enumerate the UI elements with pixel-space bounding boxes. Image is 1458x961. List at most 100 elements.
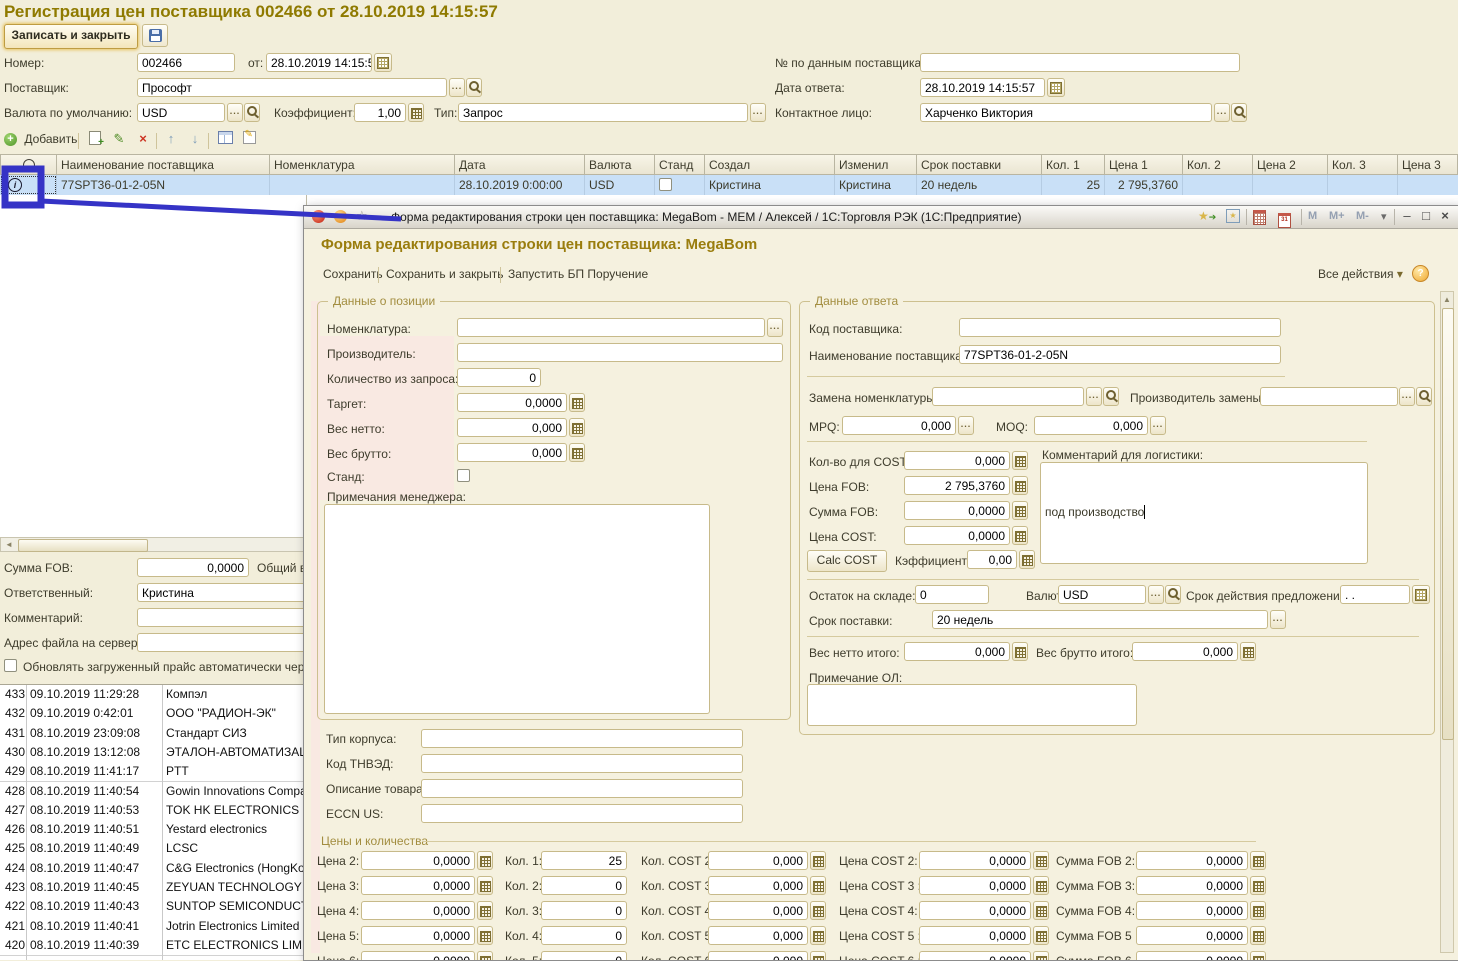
calc-button[interactable] [810,876,826,895]
qty-cost-n-input[interactable]: 0,000 [708,851,808,870]
price-cost-n-input[interactable]: 0,0000 [919,851,1031,870]
column-header[interactable]: Наименование поставщика [57,154,270,175]
calc-button[interactable] [810,851,826,870]
scroll-left-button[interactable]: ◄ [2,538,16,551]
qty-request-input[interactable]: 0 [457,368,541,387]
calc-button[interactable] [1250,926,1266,945]
currency-input[interactable]: USD [137,103,225,122]
add-button[interactable]: + Добавить [4,132,77,150]
price-cost-n-input[interactable]: 0,0000 [919,901,1031,920]
calc-button[interactable] [1033,876,1049,895]
price-list-row[interactable]: 42308.10.2019 11:40:45ZEYUAN TECHNOLOGY [0,878,306,898]
net-weight-input[interactable]: 0,000 [457,418,567,437]
sum-fob-input[interactable]: 0,0000 [137,558,249,577]
stand-checkbox[interactable] [457,469,470,482]
replace-select-button[interactable]: ... [1086,387,1102,406]
memory-mplus-button[interactable]: M+ [1329,210,1345,222]
modal-titlebar[interactable]: ☆ Форма редактирования строки цен постав… [304,206,1458,229]
currency2-search-button[interactable] [1165,585,1181,604]
answer-date-calendar-button[interactable] [1047,78,1065,97]
price-list-row[interactable]: 43309.10.2019 11:29:28Компэл [0,685,306,705]
table-settings-button[interactable] [216,131,234,151]
sum-fob-n-input[interactable]: 0,0000 [1136,951,1248,961]
replace-manuf-search-button[interactable] [1416,387,1432,406]
coeff-calc-button[interactable] [408,103,424,122]
price-list-row[interactable]: 42908.10.2019 11:41:17PTT [0,762,306,782]
note-button[interactable] [240,131,258,151]
net-total-input[interactable]: 0,000 [904,642,1010,661]
price-cost-n-input[interactable]: 0,0000 [919,951,1031,961]
column-header[interactable]: Изменил [835,154,917,175]
qty-cost-n-input[interactable]: 0,000 [708,876,808,895]
qty-n-input[interactable]: 0 [541,951,627,961]
sum-fob-n-input[interactable]: 0,0000 [1136,851,1248,870]
logistics-comment-textarea[interactable]: под производство [1040,462,1368,564]
tnved-input[interactable] [421,754,743,773]
column-header[interactable]: Номенклатура [270,154,455,175]
move-up-button[interactable]: ↑ [162,131,180,151]
currency2-input[interactable]: USD [1058,585,1146,604]
supplier-no-input[interactable] [920,53,1240,72]
calc-button[interactable] [1033,951,1049,961]
contact-input[interactable]: Харченко Виктория [920,103,1212,122]
calendar-31-icon[interactable]: 31 [1278,210,1291,228]
qty-cost-n-input[interactable]: 0,000 [708,926,808,945]
cmd-save-close[interactable]: Сохранить и закрыть [386,267,503,281]
scroll-up-button[interactable]: ▲ [1441,293,1453,306]
price-fob-calc-button[interactable] [1012,476,1028,495]
save-button[interactable] [142,24,168,47]
replace-manuf-select-button[interactable]: ... [1399,387,1415,406]
qty-n-input[interactable]: 0 [541,901,627,920]
calc-button[interactable] [810,901,826,920]
price-n-input[interactable]: 0,0000 [361,926,475,945]
gross-weight-calc-button[interactable] [569,443,585,462]
favorites-icon[interactable]: ★ [1226,209,1240,223]
price-n-input[interactable]: 0,0000 [361,851,475,870]
delivery-input[interactable]: 20 недель [932,610,1268,629]
nomenclature-select-button[interactable]: ... [767,318,783,337]
delivery-select-button[interactable]: ... [1270,610,1286,629]
sum-fob-calc-button[interactable] [1012,501,1028,520]
gross-total-input[interactable]: 0,000 [1132,642,1238,661]
delete-button[interactable]: × [134,131,152,151]
price-cost-input[interactable]: 0,0000 [904,526,1010,545]
supplier-code-input[interactable] [959,318,1281,337]
favorites-add-icon[interactable]: ★➔ [1198,209,1216,223]
currency-search-button[interactable] [244,103,260,122]
manufacturer-input[interactable] [457,343,783,362]
answer-date-input[interactable]: 28.10.2019 14:15:57 [920,78,1045,97]
qty-n-input[interactable]: 25 [541,851,627,870]
calc-button[interactable] [477,901,493,920]
price-list-row[interactable]: 42408.10.2019 11:40:47C&G Electronics (H… [0,859,306,879]
price-list-row[interactable]: 42108.10.2019 11:40:41Jotrin Electronics… [0,917,306,937]
save-close-button[interactable]: Записать и закрыть [4,24,138,49]
contact-search-button[interactable] [1231,103,1247,122]
column-header[interactable]: Валюта [585,154,655,175]
gross-total-calc-button[interactable] [1240,642,1256,661]
descr-input[interactable] [421,779,743,798]
currency-select-button[interactable]: ... [227,103,243,122]
calc-button[interactable] [1250,851,1266,870]
stand-checkbox[interactable] [659,178,672,191]
column-header[interactable]: Цена 3 [1398,154,1458,175]
price-cost-n-input[interactable]: 0,0000 [919,926,1031,945]
calc-button[interactable] [477,926,493,945]
target-calc-button[interactable] [569,393,585,412]
column-header[interactable]: Станд [655,154,705,175]
close-button[interactable]: × [1436,208,1454,223]
minimize-button[interactable]: – [1398,208,1416,223]
manager-notes-textarea[interactable] [324,504,710,714]
sum-fob-n-input[interactable]: 0,0000 [1136,901,1248,920]
mpq-select-button[interactable]: ... [958,416,974,435]
price-list-row[interactable]: 43108.10.2019 23:09:08Стандарт СИЗ [0,724,306,744]
row-info-cell[interactable]: i [0,175,57,195]
copy-button[interactable] [86,131,104,151]
column-header[interactable]: Срок поставки [917,154,1042,175]
supplier-select-button[interactable]: ... [449,78,465,97]
offer-valid-calendar-button[interactable] [1412,585,1430,604]
menu-chevron-icon[interactable]: ▾ [1381,210,1387,223]
type-input[interactable]: Запрос [458,103,748,122]
price-list-row[interactable]: 42008.10.2019 11:40:39ETC ELECTRONICS LI… [0,936,306,956]
doc-date-input[interactable]: 28.10.2019 14:15:57 [266,53,372,72]
calc-button[interactable] [1250,876,1266,895]
